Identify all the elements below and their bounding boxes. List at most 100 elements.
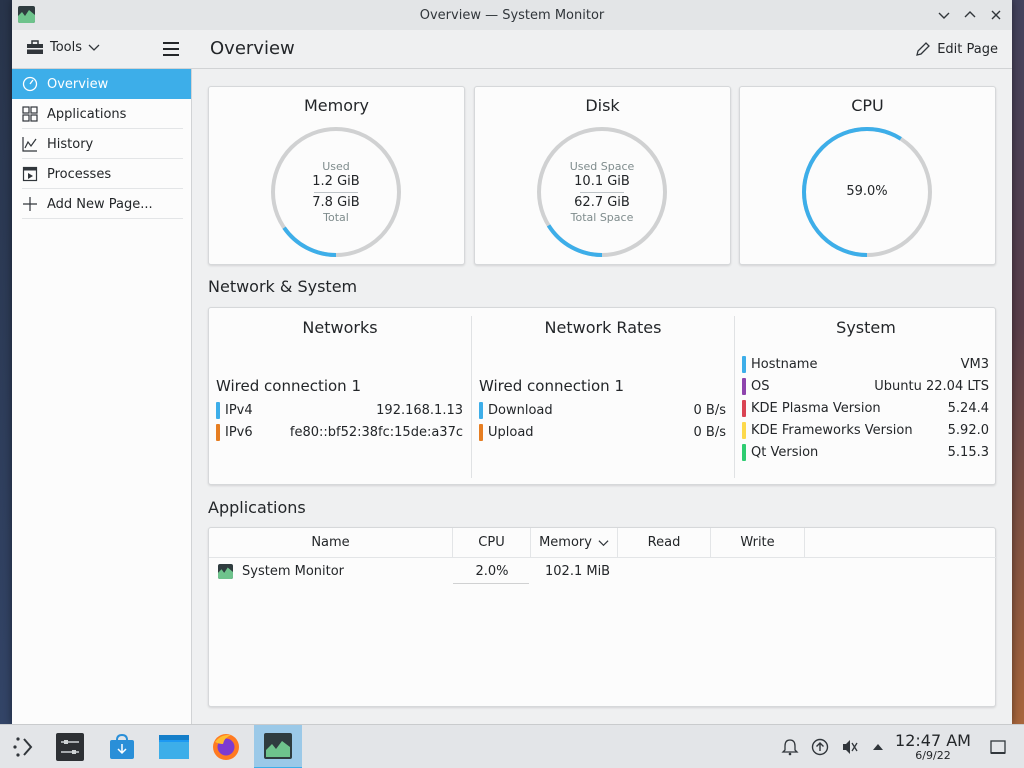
edit-page-button[interactable]: Edit Page — [915, 41, 998, 57]
show-desktop-icon[interactable] — [988, 737, 1008, 757]
memory-used-label: Used — [322, 159, 350, 173]
cpu-card-title: CPU — [851, 96, 884, 115]
ipv4-row: IPv4 192.168.1.13 — [216, 400, 463, 420]
networks-column: Networks Wired connection 1 IPv4 192.168… — [209, 308, 471, 484]
plasma-version-label: KDE Plasma Version — [751, 400, 881, 416]
application-launcher-icon — [13, 737, 33, 757]
firefox-button[interactable] — [202, 725, 250, 768]
app-name-cell: System Monitor — [242, 564, 345, 579]
plus-icon — [22, 196, 38, 212]
memory-gauge: Used 1.2 GiB 7.8 GiB Total — [269, 125, 403, 259]
processes-icon — [22, 166, 38, 182]
firefox-icon — [213, 734, 239, 760]
hostname-row: Hostname VM3 — [742, 354, 989, 374]
sidebar: Overview Applications History Processes — [12, 69, 192, 724]
disk-total-value: 62.7 GiB — [574, 194, 630, 210]
discover-store-icon — [110, 733, 134, 759]
chevron-up-icon — [964, 11, 976, 18]
column-header-name[interactable]: Name — [209, 528, 453, 557]
memory-card-title: Memory — [303, 96, 370, 115]
applications-heading: Applications — [208, 498, 306, 517]
sidebar-item-add-new-page[interactable]: Add New Page... — [12, 189, 191, 219]
rates-connection-name: Wired connection 1 — [479, 377, 624, 395]
hostname-value: VM3 — [960, 356, 989, 372]
close-icon — [991, 10, 1001, 20]
network-system-card: Networks Wired connection 1 IPv4 192.168… — [208, 307, 996, 485]
hostname-label: Hostname — [751, 356, 818, 372]
upload-value: 0 B/s — [693, 424, 726, 440]
memory-card: Memory Used 1.2 GiB 7.8 GiB Total — [208, 86, 465, 265]
sidebar-item-applications[interactable]: Applications — [12, 99, 191, 129]
column-header-read[interactable]: Read — [618, 528, 711, 557]
dolphin-files-icon — [159, 735, 189, 759]
close-button[interactable] — [984, 4, 1008, 26]
system-monitor-icon — [264, 733, 292, 759]
title-bar[interactable]: Overview — System Monitor — [12, 0, 1012, 30]
maximize-button[interactable] — [958, 4, 982, 26]
applications-grid-icon — [22, 106, 38, 122]
column-header-cpu[interactable]: CPU — [453, 528, 531, 557]
network-system-heading: Network & System — [208, 277, 358, 296]
system-settings-icon — [56, 733, 84, 761]
tools-menu-button[interactable]: Tools — [26, 39, 100, 55]
app-memory-cell: 102.1 MiB — [545, 564, 611, 579]
sidebar-item-label: History — [47, 136, 94, 152]
disk-total-label: Total Space — [570, 211, 634, 225]
upload-row: Upload 0 B/s — [479, 422, 726, 442]
memory-total-label: Total — [323, 211, 349, 225]
memory-total-value: 7.8 GiB — [312, 194, 360, 210]
overview-icon — [22, 76, 38, 92]
overview-page: Memory Used 1.2 GiB 7.8 GiB Total Disk U… — [193, 69, 1012, 724]
sidebar-item-processes[interactable]: Processes — [12, 159, 191, 189]
frameworks-version-value: 5.92.0 — [947, 422, 989, 438]
column-header-write[interactable]: Write — [711, 528, 805, 557]
system-monitor-taskbar-button[interactable] — [254, 725, 302, 768]
tools-label: Tools — [50, 39, 83, 55]
system-monitor-window: Overview — System Monitor Tools Overview — [12, 0, 1012, 724]
toolbar: Tools Overview Edit Page — [12, 30, 1012, 69]
ipv4-label: IPv4 — [225, 402, 253, 418]
table-header: Name CPU Memory Read Write — [209, 528, 997, 558]
notifications-bell-icon[interactable] — [780, 737, 800, 757]
pencil-icon — [916, 42, 931, 56]
updates-icon[interactable] — [810, 737, 830, 757]
hamburger-menu-icon[interactable] — [162, 40, 180, 58]
os-label: OS — [751, 378, 770, 394]
sidebar-item-label: Overview — [47, 76, 109, 92]
dolphin-files-button[interactable] — [150, 725, 198, 768]
window-title: Overview — System Monitor — [419, 7, 605, 23]
qt-version-label: Qt Version — [751, 444, 819, 460]
chevron-down-icon — [88, 44, 100, 51]
sidebar-item-label: Add New Page... — [47, 196, 153, 212]
ipv6-row: IPv6 fe80::bf52:38fc:15de:a37c — [216, 422, 463, 442]
sidebar-item-label: Applications — [47, 106, 127, 122]
sort-descending-icon — [598, 540, 609, 547]
taskbar: 12:47 AM 6/9/22 — [0, 724, 1024, 768]
discover-store-button[interactable] — [98, 725, 146, 768]
digital-clock[interactable]: 12:47 AM 6/9/22 — [894, 732, 972, 762]
disk-card: Disk Used Space 10.1 GiB 62.7 GiB Total … — [474, 86, 731, 265]
os-row: OS Ubuntu 22.04 LTS — [742, 376, 989, 396]
cpu-usage-value: 59.0% — [846, 184, 888, 200]
system-settings-button[interactable] — [46, 725, 94, 768]
system-column: System Hostname VM3 OS Ubuntu 22.04 LTS … — [735, 308, 997, 484]
sidebar-item-history[interactable]: History — [12, 129, 191, 159]
column-header-memory[interactable]: Memory — [531, 528, 618, 557]
minimize-button[interactable] — [932, 4, 956, 26]
network-rates-column: Network Rates Wired connection 1 Downloa… — [472, 308, 734, 484]
table-row[interactable]: System Monitor 2.0% 102.1 MiB — [209, 558, 997, 586]
cpu-card: CPU 59.0% — [739, 86, 996, 265]
disk-used-label: Used Space — [569, 159, 635, 173]
applications-table: Name CPU Memory Read Write System Monito… — [208, 527, 997, 707]
system-monitor-row-icon — [218, 564, 233, 579]
history-chart-icon — [22, 136, 38, 152]
cpu-gauge: 59.0% — [800, 125, 934, 259]
ipv4-value: 192.168.1.13 — [376, 402, 463, 418]
application-launcher-button[interactable] — [0, 725, 48, 768]
sidebar-item-label: Processes — [47, 166, 112, 182]
memory-used-value: 1.2 GiB — [312, 173, 360, 189]
show-hidden-icons-icon[interactable] — [868, 737, 888, 757]
volume-muted-icon[interactable] — [840, 737, 860, 757]
sidebar-item-overview[interactable]: Overview — [12, 69, 191, 99]
download-value: 0 B/s — [693, 402, 726, 418]
